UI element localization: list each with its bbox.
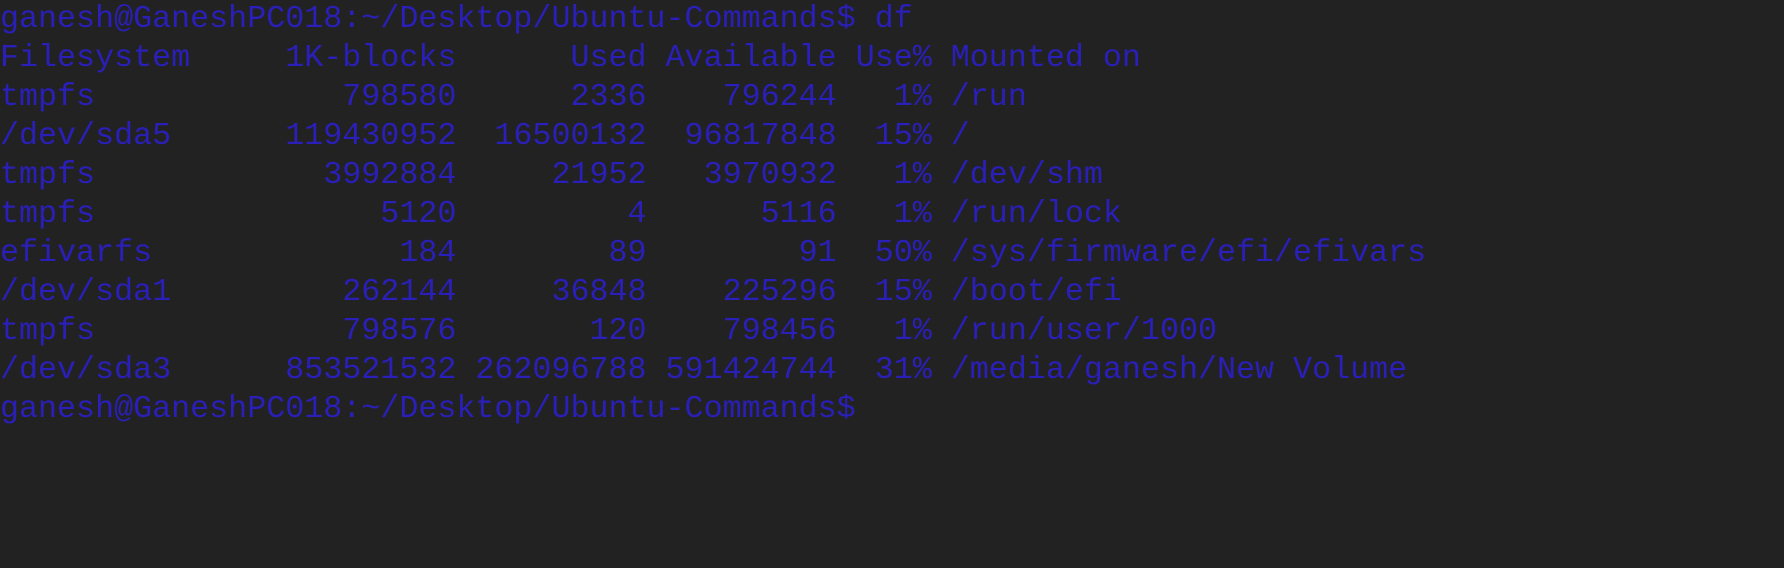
command-prompt-line: ganesh@GaneshPC018:~/Desktop/Ubuntu-Comm… — [0, 1, 913, 37]
df-row: /dev/sda1 262144 36848 225296 15% /boot/… — [0, 274, 1122, 310]
df-row: tmpfs 798580 2336 796244 1% /run — [0, 79, 1027, 115]
df-header-row: Filesystem 1K-blocks Used Available Use%… — [0, 40, 1141, 76]
df-row: /dev/sda5 119430952 16500132 96817848 15… — [0, 118, 970, 154]
df-row: efivarfs 184 89 91 50% /sys/firmware/efi… — [0, 235, 1427, 271]
df-row: /dev/sda3 853521532 262096788 591424744 … — [0, 352, 1408, 388]
df-row: tmpfs 798576 120 798456 1% /run/user/100… — [0, 313, 1217, 349]
terminal-window[interactable]: ganesh@GaneshPC018:~/Desktop/Ubuntu-Comm… — [0, 0, 1784, 568]
shell-prompt[interactable]: ganesh@GaneshPC018:~/Desktop/Ubuntu-Comm… — [0, 390, 1784, 429]
df-row: tmpfs 3992884 21952 3970932 1% /dev/shm — [0, 157, 1103, 193]
df-row: tmpfs 5120 4 5116 1% /run/lock — [0, 196, 1122, 232]
